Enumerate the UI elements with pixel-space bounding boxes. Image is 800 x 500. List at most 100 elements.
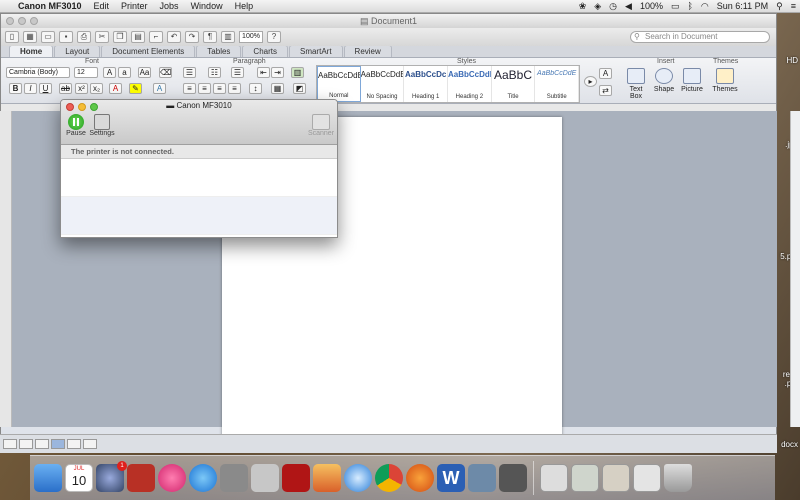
scanner-button[interactable]: Scanner	[307, 114, 335, 137]
copy-icon[interactable]: ❐	[113, 31, 127, 43]
align-left-icon[interactable]: ≡	[183, 83, 196, 94]
photo-booth-icon[interactable]	[127, 464, 155, 492]
sidebar-icon[interactable]: ▥	[221, 31, 235, 43]
tab-smartart[interactable]: SmartArt	[288, 45, 343, 57]
style-title[interactable]: AaBbC Title	[492, 66, 536, 102]
borders-icon[interactable]: ▦	[271, 83, 284, 94]
zoom-field[interactable]: 100%	[239, 31, 263, 43]
queue-row[interactable]	[61, 159, 337, 197]
paste-icon[interactable]: ▤	[131, 31, 145, 43]
printer-app-icon[interactable]	[499, 464, 527, 492]
style-no-spacing[interactable]: AaBbCcDdEe No Spacing	[361, 66, 405, 102]
finder-icon[interactable]	[34, 464, 62, 492]
tab-home[interactable]: Home	[9, 45, 54, 57]
tab-review[interactable]: Review	[343, 45, 392, 57]
columns-icon[interactable]: ▥	[291, 67, 304, 78]
battery-icon[interactable]: ▭	[667, 1, 684, 12]
trash-icon[interactable]	[664, 464, 692, 492]
calendar-icon[interactable]: JUL 10	[65, 464, 93, 492]
system-preferences-icon[interactable]	[220, 464, 248, 492]
wifi-icon[interactable]: ◠	[697, 1, 713, 12]
minimized-window-icon[interactable]	[602, 464, 630, 492]
print-layout-view-icon[interactable]	[51, 439, 65, 449]
draft-view-icon[interactable]	[3, 439, 17, 449]
underline-icon[interactable]: U	[39, 83, 52, 94]
iphoto-icon[interactable]	[468, 464, 496, 492]
menu-jobs[interactable]: Jobs	[154, 1, 185, 11]
word-icon[interactable]: W	[437, 464, 465, 492]
highlight-icon[interactable]: ✎	[129, 83, 142, 94]
menu-edit[interactable]: Edit	[88, 1, 116, 11]
decrease-indent-icon[interactable]: ⇤	[257, 67, 270, 78]
new-doc-icon[interactable]: ▯	[5, 31, 19, 43]
change-case-icon[interactable]: Aa	[138, 67, 151, 78]
focus-view-icon[interactable]	[83, 439, 97, 449]
font-name-select[interactable]: Cambria (Body)	[6, 67, 70, 78]
line-spacing-icon[interactable]: ↕	[249, 83, 262, 94]
firefox-icon[interactable]	[406, 464, 434, 492]
shrink-font-icon[interactable]: a	[118, 67, 131, 78]
tab-document-elements[interactable]: Document Elements	[101, 45, 196, 57]
notebook-view-icon[interactable]	[67, 439, 81, 449]
outline-view-icon[interactable]	[19, 439, 33, 449]
cut-icon[interactable]: ✂	[95, 31, 109, 43]
shape-button[interactable]: Shape	[651, 68, 677, 93]
chrome-icon[interactable]	[375, 464, 403, 492]
font-color-icon[interactable]: A	[109, 83, 122, 94]
pause-button[interactable]: Pause	[65, 114, 87, 137]
minimized-window-icon[interactable]	[540, 464, 568, 492]
minimized-window-icon[interactable]	[633, 464, 661, 492]
templates-icon[interactable]: ▦	[23, 31, 37, 43]
grow-font-icon[interactable]: A	[103, 67, 116, 78]
notification-center-icon[interactable]: ≡	[787, 1, 800, 11]
preview-icon[interactable]	[251, 464, 279, 492]
increase-indent-icon[interactable]: ⇥	[271, 67, 284, 78]
safari-icon[interactable]	[344, 464, 372, 492]
volume-icon[interactable]: ◀	[621, 1, 636, 12]
style-normal[interactable]: AaBbCcDdEe Normal	[317, 66, 361, 102]
text-box-button[interactable]: Text Box	[623, 68, 649, 100]
music-icon[interactable]	[158, 464, 186, 492]
clock[interactable]: Sun 6:11 PM	[713, 1, 772, 11]
menu-window[interactable]: Window	[185, 1, 229, 11]
picture-button[interactable]: Picture	[679, 68, 705, 93]
align-center-icon[interactable]: ≡	[198, 83, 211, 94]
publishing-view-icon[interactable]	[35, 439, 49, 449]
pilcrow-icon[interactable]: ¶	[203, 31, 217, 43]
vertical-scrollbar[interactable]	[790, 111, 800, 427]
bullets-icon[interactable]: ☰	[183, 67, 196, 78]
queue-row[interactable]	[61, 197, 337, 235]
shading-icon[interactable]: ◩	[293, 83, 306, 94]
style-heading-2[interactable]: AaBbCcDdEe Heading 2	[448, 66, 492, 102]
clear-format-icon[interactable]: ⌫	[159, 67, 172, 78]
style-heading-1[interactable]: AaBbCcDc Heading 1	[404, 66, 449, 102]
themes-button[interactable]: Themes	[711, 68, 739, 93]
styles-more-icon[interactable]: ▸	[584, 76, 597, 87]
acrobat-icon[interactable]	[282, 464, 310, 492]
style-subtitle[interactable]: AaBbCcDdE Subtitle	[535, 66, 580, 102]
help-icon[interactable]: ?	[267, 31, 281, 43]
save-icon[interactable]: ▪	[59, 31, 73, 43]
text-style-icon[interactable]: A	[599, 68, 612, 79]
redo-icon[interactable]: ↷	[185, 31, 199, 43]
desktop-label[interactable]: docx	[781, 440, 798, 449]
notes-icon[interactable]	[313, 464, 341, 492]
italic-icon[interactable]: I	[24, 83, 37, 94]
time-machine-icon[interactable]: ◷	[605, 1, 621, 12]
minimized-window-icon[interactable]	[571, 464, 599, 492]
vertical-ruler[interactable]	[0, 111, 12, 427]
numbering-icon[interactable]: ☷	[208, 67, 221, 78]
evernote-icon[interactable]: ❀	[575, 1, 591, 12]
justify-icon[interactable]: ≡	[228, 83, 241, 94]
strikethrough-icon[interactable]: ab	[59, 83, 72, 94]
format-painter-icon[interactable]: ⌐	[149, 31, 163, 43]
tab-layout[interactable]: Layout	[54, 45, 101, 57]
search-field[interactable]: ⚲ Search in Document	[630, 31, 770, 43]
superscript-icon[interactable]: x²	[75, 83, 88, 94]
minimize-button[interactable]	[18, 17, 26, 25]
dropbox-icon[interactable]: ◈	[590, 1, 605, 12]
menu-help[interactable]: Help	[229, 1, 260, 11]
spotlight-icon[interactable]: ⚲	[772, 1, 787, 12]
menu-printer[interactable]: Printer	[115, 1, 154, 11]
zoom-button[interactable]	[30, 17, 38, 25]
